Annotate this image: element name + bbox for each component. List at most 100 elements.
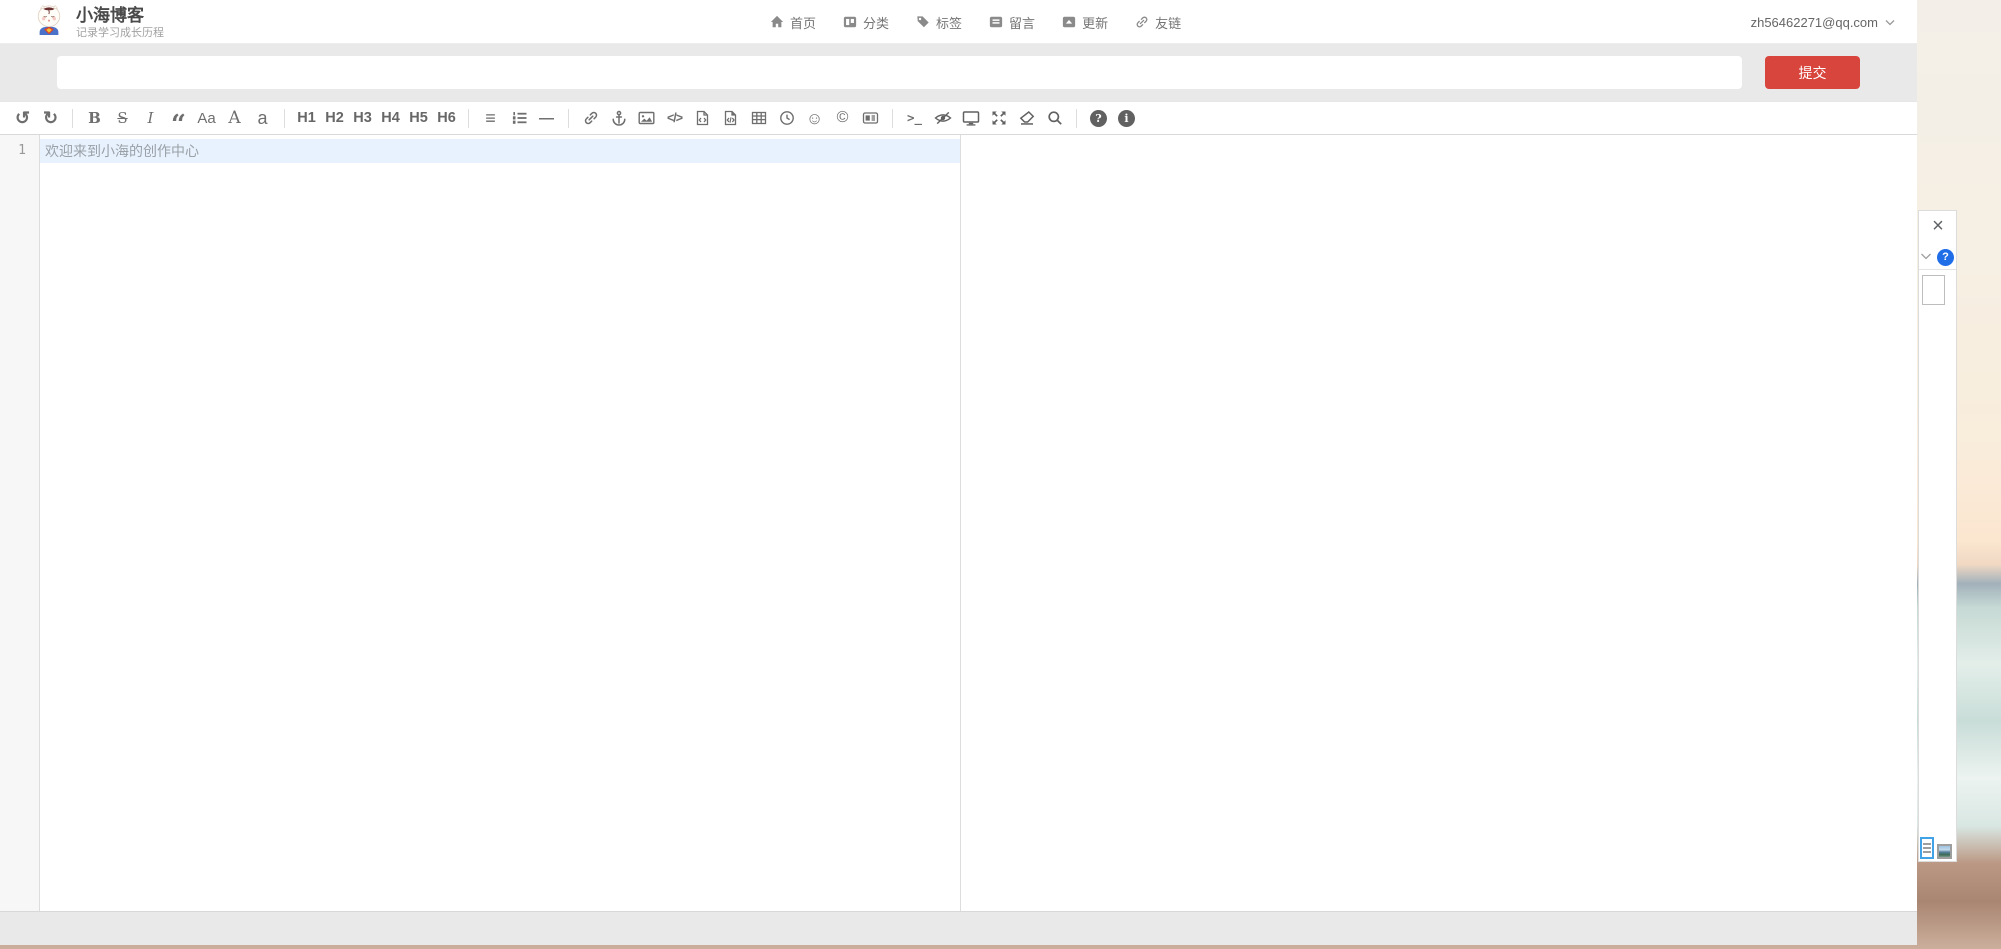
h5-icon: H5 <box>409 111 428 126</box>
ucwords-button[interactable]: Aa <box>193 104 220 132</box>
search-button[interactable] <box>1041 104 1068 132</box>
h1-button[interactable]: H1 <box>293 104 320 132</box>
newspaper-icon <box>862 110 879 126</box>
insert-link-button[interactable] <box>577 104 604 132</box>
clear-button[interactable] <box>1013 104 1040 132</box>
markdown-editor: 1 欢迎来到小海的创作中心 <box>0 135 1917 911</box>
chevron-down-icon[interactable] <box>1920 248 1932 266</box>
fullscreen-button[interactable] <box>985 104 1012 132</box>
info-button[interactable]: i <box>1113 104 1140 132</box>
home-icon <box>770 15 784 29</box>
page: 小海博客 记录学习成长历程 首页 分类 标签 <box>0 0 2001 949</box>
site-logo-avatar <box>34 4 64 41</box>
watch-toggle-button[interactable] <box>929 104 956 132</box>
eraser-icon <box>1019 110 1035 126</box>
table-icon <box>751 110 767 126</box>
copyright-icon: © <box>837 110 849 126</box>
preview-button[interactable] <box>957 104 984 132</box>
preformatted-text-button[interactable] <box>689 104 716 132</box>
caret-up-square-icon <box>1062 15 1076 29</box>
editor-placeholder: 欢迎来到小海的创作中心 <box>45 143 199 159</box>
side-popup-panel: × ? <box>1918 210 1957 862</box>
account-menu[interactable]: zh56462271@qq.com <box>1751 0 1895 44</box>
mini-input-box[interactable] <box>1922 275 1945 305</box>
submit-button[interactable]: 提交 <box>1765 56 1860 89</box>
smiley-icon: ☺ <box>806 110 823 127</box>
nav-label: 更新 <box>1082 13 1108 32</box>
uppercase-icon: A <box>228 110 240 127</box>
goto-line-button[interactable]: >_ <box>901 104 928 132</box>
nav-label: 分类 <box>863 13 889 32</box>
unordered-list-button[interactable]: ≡ <box>477 104 504 132</box>
image-option-icon[interactable] <box>1937 844 1952 859</box>
nav-item-friend-links[interactable]: 友链 <box>1135 13 1181 32</box>
compose-bar: 提交 <box>0 44 1917 101</box>
ordered-list-button[interactable] <box>505 104 532 132</box>
anchor-icon <box>611 110 627 126</box>
reference-link-button[interactable] <box>605 104 632 132</box>
insert-image-button[interactable] <box>633 104 660 132</box>
site-brand[interactable]: 小海博客 记录学习成长历程 <box>34 4 164 41</box>
main-content: 小海博客 记录学习成长历程 首页 分类 标签 <box>0 0 1917 945</box>
file-code-icon <box>695 110 710 126</box>
help-icon: ? <box>1090 110 1107 127</box>
pagebreak-button[interactable] <box>857 104 884 132</box>
datetime-button[interactable] <box>773 104 800 132</box>
h6-button[interactable]: H6 <box>433 104 460 132</box>
nav-item-categories[interactable]: 分类 <box>843 13 889 32</box>
nav-item-tags[interactable]: 标签 <box>916 13 962 32</box>
h2-icon: H2 <box>325 111 344 126</box>
clock-icon <box>779 110 795 126</box>
unordered-list-icon: ≡ <box>485 109 496 127</box>
h3-button[interactable]: H3 <box>349 104 376 132</box>
horizontal-rule-button[interactable]: — <box>533 104 560 132</box>
info-icon: i <box>1118 110 1135 127</box>
redo-button[interactable]: ↻ <box>37 104 64 132</box>
text-option-icon[interactable] <box>1920 837 1934 859</box>
eye-slash-icon <box>934 110 952 126</box>
h2-button[interactable]: H2 <box>321 104 348 132</box>
strikethrough-button[interactable]: S <box>109 104 136 132</box>
h3-icon: H3 <box>353 111 372 126</box>
ucwords-icon: Aa <box>197 111 215 126</box>
chain-link-icon <box>583 110 599 126</box>
h5-button[interactable]: H5 <box>405 104 432 132</box>
h4-icon: H4 <box>381 111 400 126</box>
tag-icon <box>916 15 930 29</box>
lowercase-button[interactable]: a <box>249 104 276 132</box>
widget-divider <box>1919 269 1956 270</box>
editor-toolbar: ↺ ↻ B S I “ Aa A a H1 H2 H3 H4 H5 H6 ≡ — <box>0 101 1917 135</box>
code-block-button[interactable] <box>717 104 744 132</box>
toolbar-separator <box>72 109 73 128</box>
nav-label: 留言 <box>1009 13 1035 32</box>
code-pane: 1 欢迎来到小海的创作中心 <box>0 135 960 911</box>
italic-button[interactable]: I <box>137 104 164 132</box>
nav-item-messages[interactable]: 留言 <box>989 13 1035 32</box>
h1-icon: H1 <box>297 111 316 126</box>
html-entities-button[interactable]: © <box>829 104 856 132</box>
h4-button[interactable]: H4 <box>377 104 404 132</box>
bold-button[interactable]: B <box>81 104 108 132</box>
emoji-button[interactable]: ☺ <box>801 104 828 132</box>
nav-item-updates[interactable]: 更新 <box>1062 13 1108 32</box>
image-icon <box>638 110 655 126</box>
quote-icon: “ <box>171 112 186 125</box>
post-title-input[interactable] <box>57 56 1742 89</box>
quote-button[interactable]: “ <box>165 104 192 132</box>
site-title: 小海博客 <box>76 6 164 26</box>
uppercase-button[interactable]: A <box>221 104 248 132</box>
inline-code-icon: </> <box>667 112 682 125</box>
undo-button[interactable]: ↺ <box>9 104 36 132</box>
markdown-editor-area[interactable]: 欢迎来到小海的创作中心 <box>40 135 960 911</box>
close-icon[interactable]: × <box>1928 216 1948 236</box>
toolbar-separator <box>568 109 569 128</box>
nav-item-home[interactable]: 首页 <box>770 13 816 32</box>
site-header: 小海博客 记录学习成长历程 首页 分类 标签 <box>0 0 1917 44</box>
lowercase-icon: a <box>257 109 267 127</box>
help-badge-icon[interactable]: ? <box>1937 249 1954 266</box>
monitor-icon <box>962 110 980 126</box>
insert-table-button[interactable] <box>745 104 772 132</box>
inline-code-button[interactable]: </> <box>661 104 688 132</box>
terminal-prompt-icon: >_ <box>907 112 922 125</box>
help-button[interactable]: ? <box>1085 104 1112 132</box>
